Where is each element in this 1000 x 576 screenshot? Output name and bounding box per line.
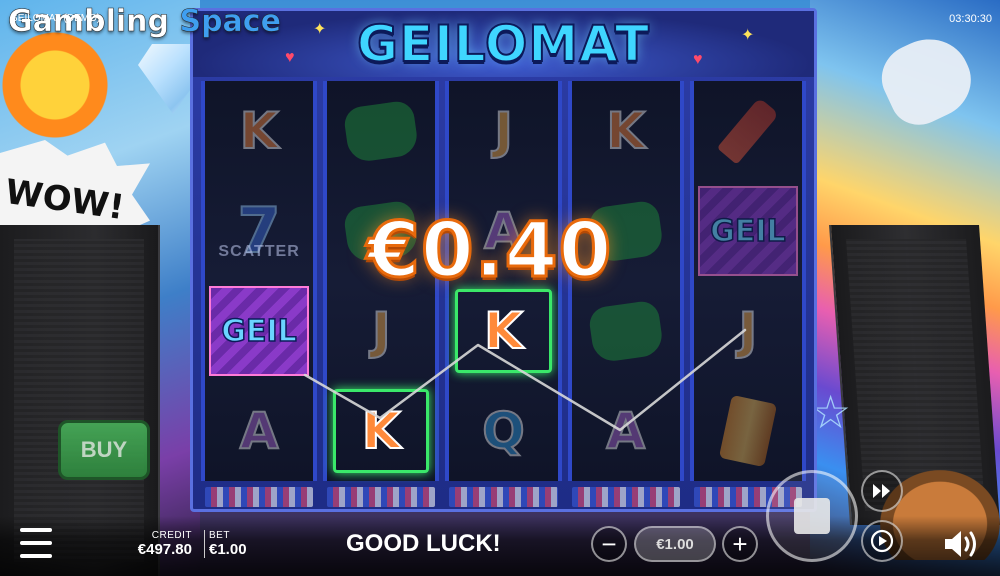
buy-bonus-button[interactable]: BUY: [58, 420, 150, 480]
reel-base-decoration: [571, 487, 680, 507]
bet-display: BET €1.00: [204, 530, 264, 558]
credit-display: CREDIT €497.80: [120, 530, 192, 558]
reel-cell: A: [205, 381, 313, 481]
stop-icon: [794, 498, 830, 534]
reel-cell: [694, 81, 802, 181]
bet-value: €1.00: [209, 541, 247, 558]
bet-amount-selector[interactable]: €1.00: [634, 526, 716, 562]
symbol-gummy: [342, 98, 420, 164]
increase-bet-button[interactable]: +: [722, 526, 758, 562]
status-message: GOOD LUCK!: [346, 530, 501, 557]
symbol-geil: GEIL: [209, 286, 310, 376]
win-frame: [333, 389, 430, 473]
autoplay-button[interactable]: [861, 520, 903, 562]
menu-icon[interactable]: [20, 528, 52, 558]
credit-value: €497.80: [137, 541, 192, 558]
symbol-j: J: [493, 101, 514, 161]
symbol-geil: GEIL: [697, 186, 798, 276]
win-amount: €0.40: [365, 204, 613, 296]
scatter-label: SCATTER: [218, 243, 300, 260]
symbol-j: J: [371, 301, 392, 361]
fast-forward-icon: [873, 484, 890, 498]
reel-cell: J: [327, 281, 435, 381]
symbol-k: K: [605, 101, 646, 161]
reel-cell: [572, 281, 680, 381]
symbol-can: [718, 394, 778, 468]
game-name-label: GEILOMAT (DEMO): [10, 13, 101, 24]
reel-cell: K: [449, 281, 557, 381]
reel-base-decoration: [449, 487, 558, 507]
symbol-gummy: [587, 298, 665, 364]
brand-accent: Space: [179, 4, 281, 40]
symbol-a: A: [239, 401, 280, 461]
spin-stop-button[interactable]: [766, 470, 858, 562]
reel-cell: [694, 381, 802, 481]
turbo-button[interactable]: [861, 470, 903, 512]
symbol-a: A: [605, 401, 646, 461]
reel-cell: K: [327, 381, 435, 481]
reel-cell: J: [449, 81, 557, 181]
reel-cell: A: [572, 381, 680, 481]
win-frame: [455, 289, 552, 373]
credit-label: CREDIT: [151, 530, 192, 541]
bet-label: BET: [209, 530, 230, 541]
reel-cell: 7 SCATTER: [205, 181, 313, 281]
decrease-bet-button[interactable]: −: [591, 526, 627, 562]
plus-icon: +: [732, 529, 748, 559]
minus-icon: −: [601, 529, 617, 559]
reel-base-decoration: [327, 487, 436, 507]
symbol-j: J: [738, 301, 759, 361]
game-logo: GEILOMAT: [356, 14, 651, 74]
reel-cell: [327, 81, 435, 181]
reel-cell: GEIL: [694, 181, 802, 281]
reel-cell: J: [694, 281, 802, 381]
sound-toggle-button[interactable]: [942, 527, 984, 561]
clock: 03:30:30: [949, 13, 992, 25]
reel-1: K 7 SCATTER GEIL A: [201, 81, 318, 507]
reel-cell: GEIL: [205, 281, 313, 381]
symbol-q: Q: [481, 401, 525, 461]
comic-text: WOW!: [2, 171, 127, 229]
game-stage: WOW! ☆ ✦ ✦ ♥ ♥ GEILOMAT K 7 SCATTER GEIL …: [0, 0, 1000, 576]
symbol-bottle: [716, 97, 780, 165]
autoplay-icon: [870, 529, 894, 553]
reel-base-decoration: [205, 487, 314, 507]
reel-5: GEIL J: [689, 81, 807, 507]
reel-cell: K: [572, 81, 680, 181]
cabinet-header: ✦ ✦ ♥ ♥ GEILOMAT: [193, 11, 814, 77]
reel-cell: K: [205, 81, 313, 181]
speaker-icon: [945, 531, 976, 557]
reel-cell: Q: [449, 381, 557, 481]
symbol-k: K: [239, 101, 280, 161]
